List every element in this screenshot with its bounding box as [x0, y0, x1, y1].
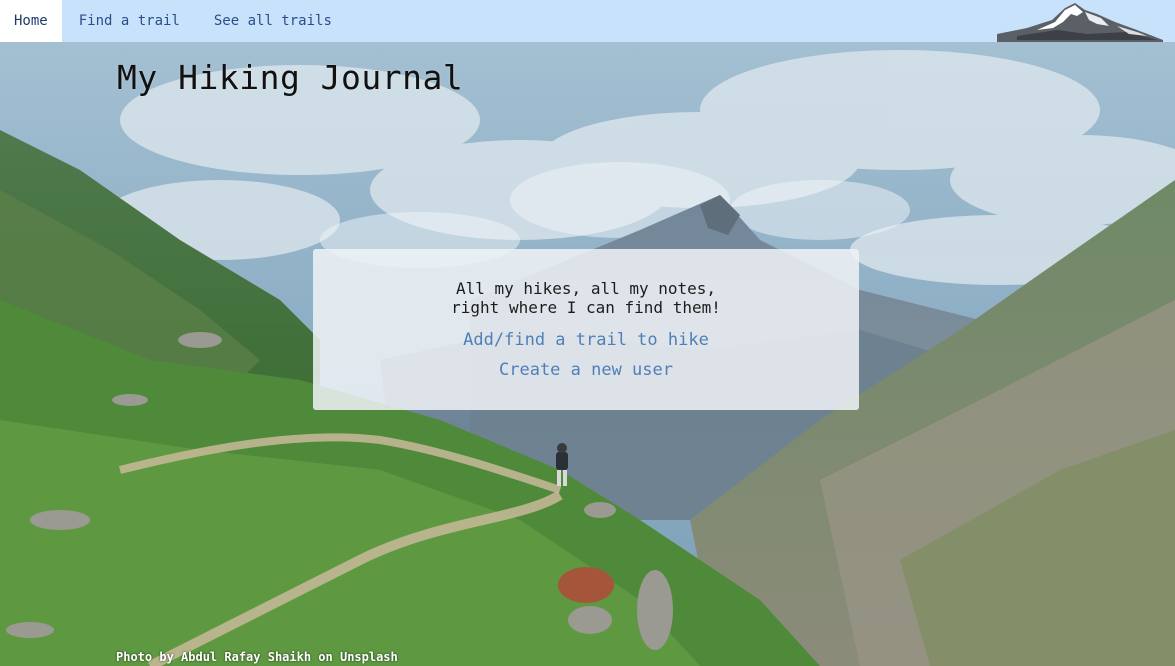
tagline: All my hikes, all my notes, right where … — [313, 279, 859, 317]
tagline-line-1: All my hikes, all my notes, — [455, 279, 717, 298]
hero-card: All my hikes, all my notes, right where … — [313, 249, 859, 410]
snowy-mountain-icon[interactable] — [997, 0, 1163, 42]
create-user-link[interactable]: Create a new user — [313, 355, 859, 385]
top-navbar: Home Find a trail See all trails — [0, 0, 1175, 42]
add-find-trail-link[interactable]: Add/find a trail to hike — [313, 325, 859, 355]
page: Home Find a trail See all trails My Hiki… — [0, 0, 1175, 666]
nav-see-all-trails[interactable]: See all trails — [197, 0, 349, 42]
nav-find-trail[interactable]: Find a trail — [62, 0, 197, 42]
page-title: My Hiking Journal — [117, 58, 464, 97]
tagline-line-2: right where I can find them! — [451, 298, 721, 317]
nav-home[interactable]: Home — [0, 0, 62, 42]
photo-credit: Photo by Abdul Rafay Shaikh on Unsplash — [116, 650, 398, 664]
